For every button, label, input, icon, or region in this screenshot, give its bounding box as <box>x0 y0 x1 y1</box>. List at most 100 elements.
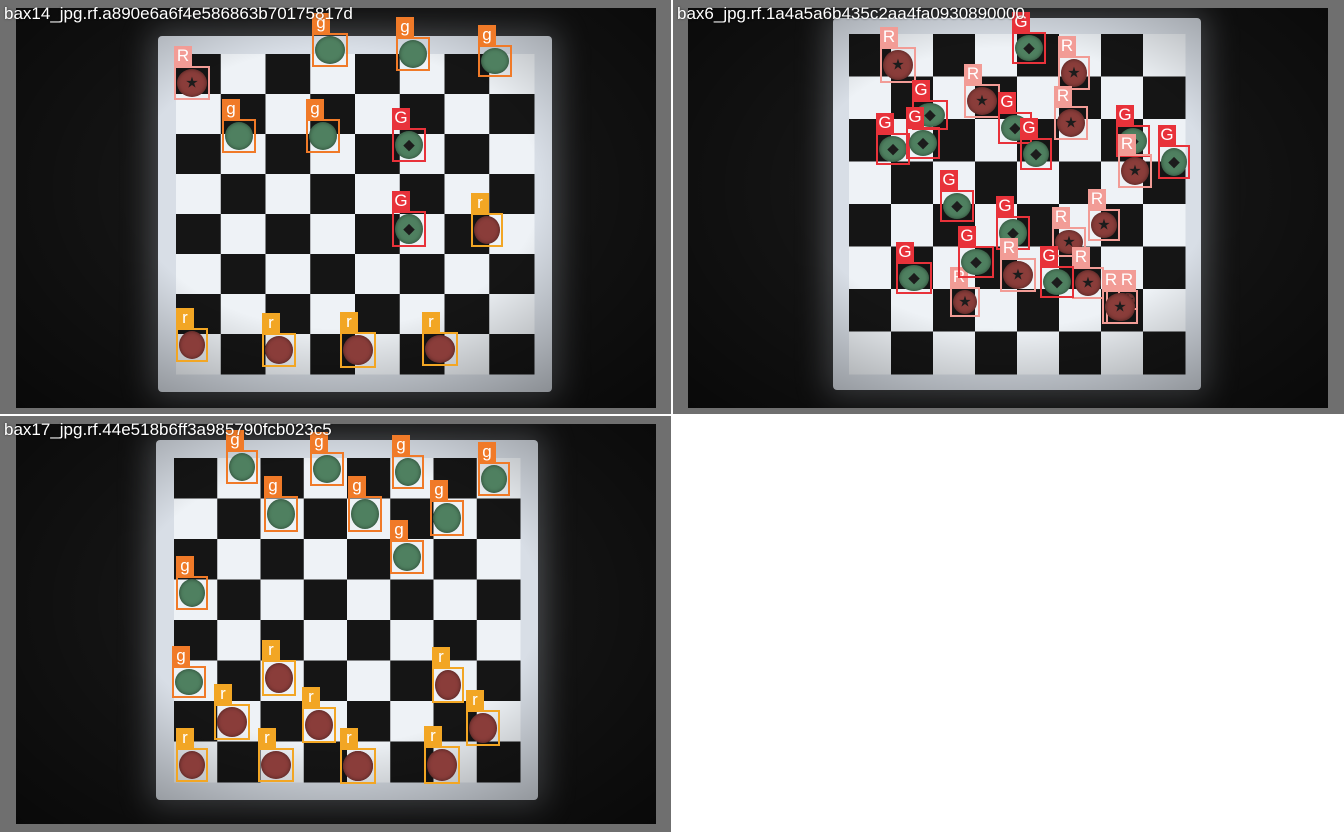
detection-box: g <box>176 556 208 610</box>
detection-box: r <box>302 687 336 743</box>
detection-label: g <box>348 476 366 496</box>
detection-label: r <box>214 684 232 704</box>
detection-box: R <box>1118 134 1152 188</box>
detection-box: r <box>432 647 464 703</box>
detection-label: G <box>392 191 410 211</box>
detection-label: G <box>1040 246 1058 266</box>
detection-label: R <box>1000 238 1018 258</box>
detection-box: G <box>1158 125 1190 179</box>
detection-box: G <box>896 242 932 294</box>
detection-box: r <box>471 193 503 247</box>
image-panel-2: bax6_jpg.rf.1a4a5a6b435c2aa4fa0930890000… <box>673 0 1344 414</box>
detection-label: G <box>958 226 976 246</box>
detection-box: g <box>478 442 510 496</box>
detection-box: G <box>958 226 994 278</box>
panel-title: bax14_jpg.rf.a890e6a6f4e586863b70175817d <box>4 4 353 23</box>
detection-label: G <box>912 80 930 100</box>
detection-label: G <box>1158 125 1176 145</box>
detection-label: r <box>340 312 358 332</box>
detection-box: R <box>880 27 916 83</box>
detection-label: r <box>471 193 489 213</box>
detection-label: g <box>264 476 282 496</box>
detection-label: r <box>466 690 484 710</box>
image-panel-1: bax14_jpg.rf.a890e6a6f4e586863b70175817d… <box>0 0 671 414</box>
detection-label: G <box>906 107 924 127</box>
detection-label: R <box>880 27 898 47</box>
detection-label: R <box>1054 86 1072 106</box>
detection-box: r <box>214 684 250 740</box>
detection-label: G <box>996 196 1014 216</box>
detection-box: G <box>392 191 426 247</box>
detection-box: r <box>424 726 460 784</box>
detection-label: r <box>176 728 194 748</box>
detections-layer: ★ Rg g g g g ◆ G ◆ Gr r r r r <box>0 0 671 414</box>
detection-label: g <box>478 25 496 45</box>
image-panel-3: bax17_jpg.rf.44e518b6ff3a985790fcb023c5 … <box>0 416 671 832</box>
detection-label: g <box>396 17 414 37</box>
detection-label: R <box>964 64 982 84</box>
detection-box: R <box>1054 86 1088 140</box>
detection-box: g <box>430 480 464 536</box>
detection-box: R <box>1088 189 1120 241</box>
detection-box: G <box>940 170 974 222</box>
detection-label: r <box>258 728 276 748</box>
detection-label: g <box>390 520 408 540</box>
detection-box: G <box>1020 118 1052 170</box>
detection-box: g <box>264 476 298 532</box>
detection-box: r <box>262 640 296 696</box>
detection-label: G <box>392 108 410 128</box>
detection-box: g <box>306 99 340 153</box>
detection-box: r <box>340 312 376 368</box>
detection-box: g <box>390 520 424 574</box>
detection-label: R <box>1052 207 1070 227</box>
panel-title: bax17_jpg.rf.44e518b6ff3a985790fcb023c5 <box>4 420 332 439</box>
detection-box: g <box>396 17 430 71</box>
detection-label: g <box>222 99 240 119</box>
detection-box: r <box>262 313 296 367</box>
detections-layer: ggggggggggrrrrrrrrrr <box>0 416 671 832</box>
detection-label: r <box>262 313 280 333</box>
detection-label: g <box>430 480 448 500</box>
detection-label: r <box>340 728 358 748</box>
detection-label: g <box>172 646 190 666</box>
detection-label: g <box>478 442 496 462</box>
panel-title: bax6_jpg.rf.1a4a5a6b435c2aa4fa0930890000 <box>677 4 1025 23</box>
detection-label: g <box>306 99 324 119</box>
detection-label: G <box>876 113 894 133</box>
detection-box: R <box>1058 36 1090 90</box>
detection-box: G <box>876 113 910 165</box>
detection-label: r <box>176 308 194 328</box>
detection-label: R <box>1058 36 1076 56</box>
detection-box: R <box>950 267 980 317</box>
detection-box: G <box>392 108 426 162</box>
detection-box: G <box>1012 12 1046 64</box>
detection-box: R <box>1000 238 1036 292</box>
detection-box: g <box>348 476 382 532</box>
detection-box: r <box>176 308 208 362</box>
detections-layer: ◆G★R★R◆G★R◆G★R◆G◆G◆G◆G◆G★R◆G◆G★R★R★R◆G◆G… <box>673 0 1344 414</box>
detection-box: r <box>176 728 208 782</box>
detection-label: r <box>424 726 442 746</box>
detection-box: r <box>466 690 500 746</box>
detection-label: g <box>392 435 410 455</box>
detection-box: R <box>1102 270 1138 324</box>
detection-box: r <box>258 728 294 782</box>
detection-box: g <box>222 99 256 153</box>
detection-box: R <box>174 46 210 100</box>
detection-box: G <box>1040 246 1074 298</box>
detection-label: G <box>1116 105 1134 125</box>
detection-box: r <box>340 728 376 784</box>
detection-label: R <box>1118 270 1136 290</box>
detection-box: g <box>312 13 348 67</box>
detection-box: g <box>392 435 424 489</box>
detection-label: R <box>1072 247 1090 267</box>
detection-label: G <box>940 170 958 190</box>
detection-box: R <box>964 64 1000 118</box>
detection-label: G <box>896 242 914 262</box>
detection-box: g <box>226 430 258 484</box>
detection-label: R <box>1102 270 1120 290</box>
detection-label: R <box>174 46 192 66</box>
detection-label: r <box>422 312 440 332</box>
detection-label: r <box>432 647 450 667</box>
detection-label: G <box>1020 118 1038 138</box>
